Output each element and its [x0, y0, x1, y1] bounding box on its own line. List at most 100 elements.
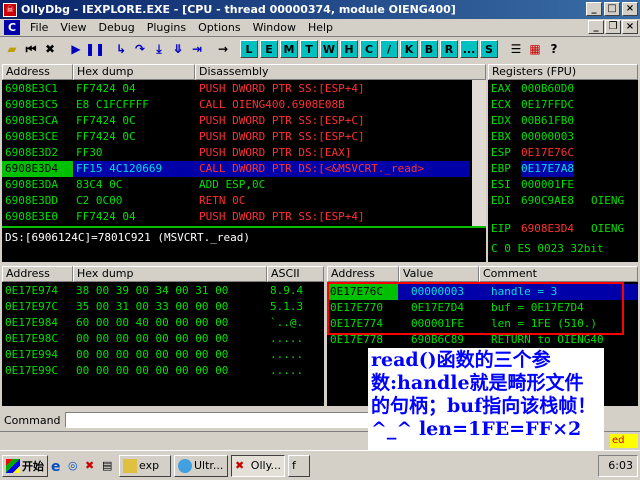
minimize-button[interactable]: _	[586, 2, 602, 16]
disasm-instruction-header[interactable]: Disassembly	[195, 64, 486, 80]
dump-hex[interactable]: 00 00 00 00 00 00 00 00	[76, 347, 228, 363]
register-value[interactable]: 0E17FFDC	[521, 97, 574, 113]
disasm-instruction[interactable]: ADD ESP,0C	[199, 177, 265, 193]
close-icon[interactable]: ✖	[41, 40, 59, 58]
dump-hex[interactable]: 00 00 00 00 00 00 00 00	[76, 363, 228, 379]
mdi-close-button[interactable]: ×	[622, 20, 638, 34]
step-into-icon[interactable]: ↳	[112, 40, 130, 58]
open-folder-icon[interactable]: ▰	[3, 40, 21, 58]
handles-button[interactable]: H	[340, 40, 358, 58]
disasm-address[interactable]: 6908E3D4	[5, 161, 58, 177]
menu-plugins[interactable]: Plugins	[141, 21, 192, 34]
cpu-window-icon[interactable]: C	[4, 20, 20, 35]
disasm-hex[interactable]: FF15 4C120669	[76, 161, 162, 177]
dump-hex[interactable]: 60 00 00 40 00 00 00 00	[76, 315, 228, 331]
title-bar[interactable]: ☠ OllyDbg - IEXPLORE.EXE - [CPU - thread…	[0, 0, 640, 19]
task-explorer[interactable]: exp	[119, 454, 171, 477]
menu-view[interactable]: View	[54, 21, 92, 34]
register-value[interactable]: 0E17E76C	[521, 145, 574, 161]
disasm-address[interactable]: 6908E3CE	[5, 129, 58, 145]
registers-header[interactable]: Registers (FPU)	[488, 64, 638, 80]
start-button[interactable]: 开始	[2, 454, 48, 477]
goto-icon[interactable]: →	[214, 40, 232, 58]
disasm-address[interactable]: 6908E3D2	[5, 145, 58, 161]
browser-icon[interactable]: ◎	[68, 459, 82, 473]
disasm-hex-header[interactable]: Hex dump	[73, 64, 195, 80]
references-button[interactable]: R	[440, 40, 458, 58]
rewind-icon[interactable]: ⏮	[22, 40, 40, 58]
run-trace-button[interactable]: ...	[460, 40, 478, 58]
disasm-hex[interactable]: 83C4 0C	[76, 177, 122, 193]
dump-address[interactable]: 0E17E974	[5, 283, 58, 299]
dump-address[interactable]: 0E17E984	[5, 315, 58, 331]
run-icon[interactable]: ▶	[67, 40, 85, 58]
disasm-address[interactable]: 6908E3CA	[5, 113, 58, 129]
disasm-hex[interactable]: E8 C1FCFFFF	[76, 97, 149, 113]
dump-ascii[interactable]: `..@.	[270, 315, 303, 331]
disasm-instruction[interactable]: CALL OIENG400.6908E08B	[199, 97, 345, 113]
dump-address[interactable]: 0E17E98C	[5, 331, 58, 347]
disasm-instruction[interactable]: CALL DWORD PTR DS:[<&MSVCRT._read>	[199, 161, 424, 177]
disasm-address[interactable]: 6908E3DA	[5, 177, 58, 193]
menu-options[interactable]: Options	[192, 21, 246, 34]
menu-help[interactable]: Help	[302, 21, 339, 34]
dump-address[interactable]: 0E17E99C	[5, 363, 58, 379]
flags-row[interactable]: C 0 ES 0023 32bit	[491, 241, 604, 257]
disasm-instruction[interactable]: RETN 0C	[199, 193, 245, 209]
disasm-address[interactable]: 6908E3DD	[5, 193, 58, 209]
list-icon[interactable]: ☰	[507, 40, 525, 58]
breakpoints-button[interactable]: B	[420, 40, 438, 58]
disasm-instruction[interactable]: PUSH DWORD PTR SS:[ESP+4]	[199, 209, 365, 225]
stack-comment-header[interactable]: Comment	[479, 266, 638, 282]
modules-button[interactable]: E	[260, 40, 278, 58]
pause-icon[interactable]: ❚❚	[85, 40, 105, 58]
help-icon[interactable]: ?	[545, 40, 563, 58]
task-ultraedit[interactable]: Ultr...	[174, 454, 228, 477]
eip-value[interactable]: 6908E3D4	[521, 221, 574, 237]
notepad-icon[interactable]: ▤	[102, 459, 116, 473]
execute-till-return-icon[interactable]: ⇥	[188, 40, 206, 58]
appearance-icon[interactable]: ▦	[526, 40, 544, 58]
disasm-hex[interactable]: FF7424 04	[76, 81, 136, 97]
trace-over-icon[interactable]: ⤋	[169, 40, 187, 58]
windows-button[interactable]: W	[320, 40, 338, 58]
call-stack-button[interactable]: K	[400, 40, 418, 58]
dump-ascii-header[interactable]: ASCII	[267, 266, 324, 282]
disasm-instruction[interactable]: PUSH DWORD PTR SS:[ESP+C]	[199, 113, 365, 129]
dump-address[interactable]: 0E17E97C	[5, 299, 58, 315]
menu-debug[interactable]: Debug	[93, 21, 141, 34]
menu-window[interactable]: Window	[247, 21, 302, 34]
trace-into-icon[interactable]: ⤓	[150, 40, 168, 58]
disasm-address[interactable]: 6908E3C1	[5, 81, 58, 97]
step-over-icon[interactable]: ↷	[131, 40, 149, 58]
menu-file[interactable]: File	[24, 21, 54, 34]
dump-hex[interactable]: 00 00 00 00 00 00 00 00	[76, 331, 228, 347]
dump-ascii[interactable]: .....	[270, 331, 303, 347]
stack-value-header[interactable]: Value	[399, 266, 479, 282]
maximize-button[interactable]: □	[604, 2, 620, 16]
disasm-instruction[interactable]: PUSH DWORD PTR SS:[ESP+4]	[199, 81, 365, 97]
register-value[interactable]: 000B60D0	[521, 81, 574, 97]
register-value[interactable]: 690C9AE8	[521, 193, 574, 209]
close-button[interactable]: ×	[622, 2, 638, 16]
disasm-hex[interactable]: C2 0C00	[76, 193, 122, 209]
ollydbg-quick-icon[interactable]: ✖	[85, 459, 99, 473]
ie-icon[interactable]: e	[51, 459, 65, 475]
disasm-address[interactable]: 6908E3C5	[5, 97, 58, 113]
register-value[interactable]: 00B61FB0	[521, 113, 574, 129]
mdi-minimize-button[interactable]: _	[588, 20, 604, 34]
disasm-hex[interactable]: FF30	[76, 145, 103, 161]
disassembly-pane[interactable]: Address Hex dump Disassembly 6908E3C1 FF7…	[2, 64, 486, 226]
registers-pane[interactable]: Registers (FPU) EAX 000B60D0 ECX 0E17FFDC ED…	[488, 64, 638, 262]
register-value[interactable]: 00000003	[521, 129, 574, 145]
dump-hex[interactable]: 38 00 39 00 34 00 31 00	[76, 283, 228, 299]
mdi-restore-button[interactable]: ❐	[605, 20, 621, 34]
dump-address-header[interactable]: Address	[2, 266, 73, 282]
register-value[interactable]: 0E17E7A8	[521, 161, 574, 177]
disasm-hex[interactable]: FF7424 04	[76, 209, 136, 225]
log-window-button[interactable]: L	[240, 40, 258, 58]
dump-ascii[interactable]: .....	[270, 363, 303, 379]
patches-button[interactable]: /	[380, 40, 398, 58]
memory-button[interactable]: M	[280, 40, 298, 58]
cpu-button[interactable]: C	[360, 40, 378, 58]
